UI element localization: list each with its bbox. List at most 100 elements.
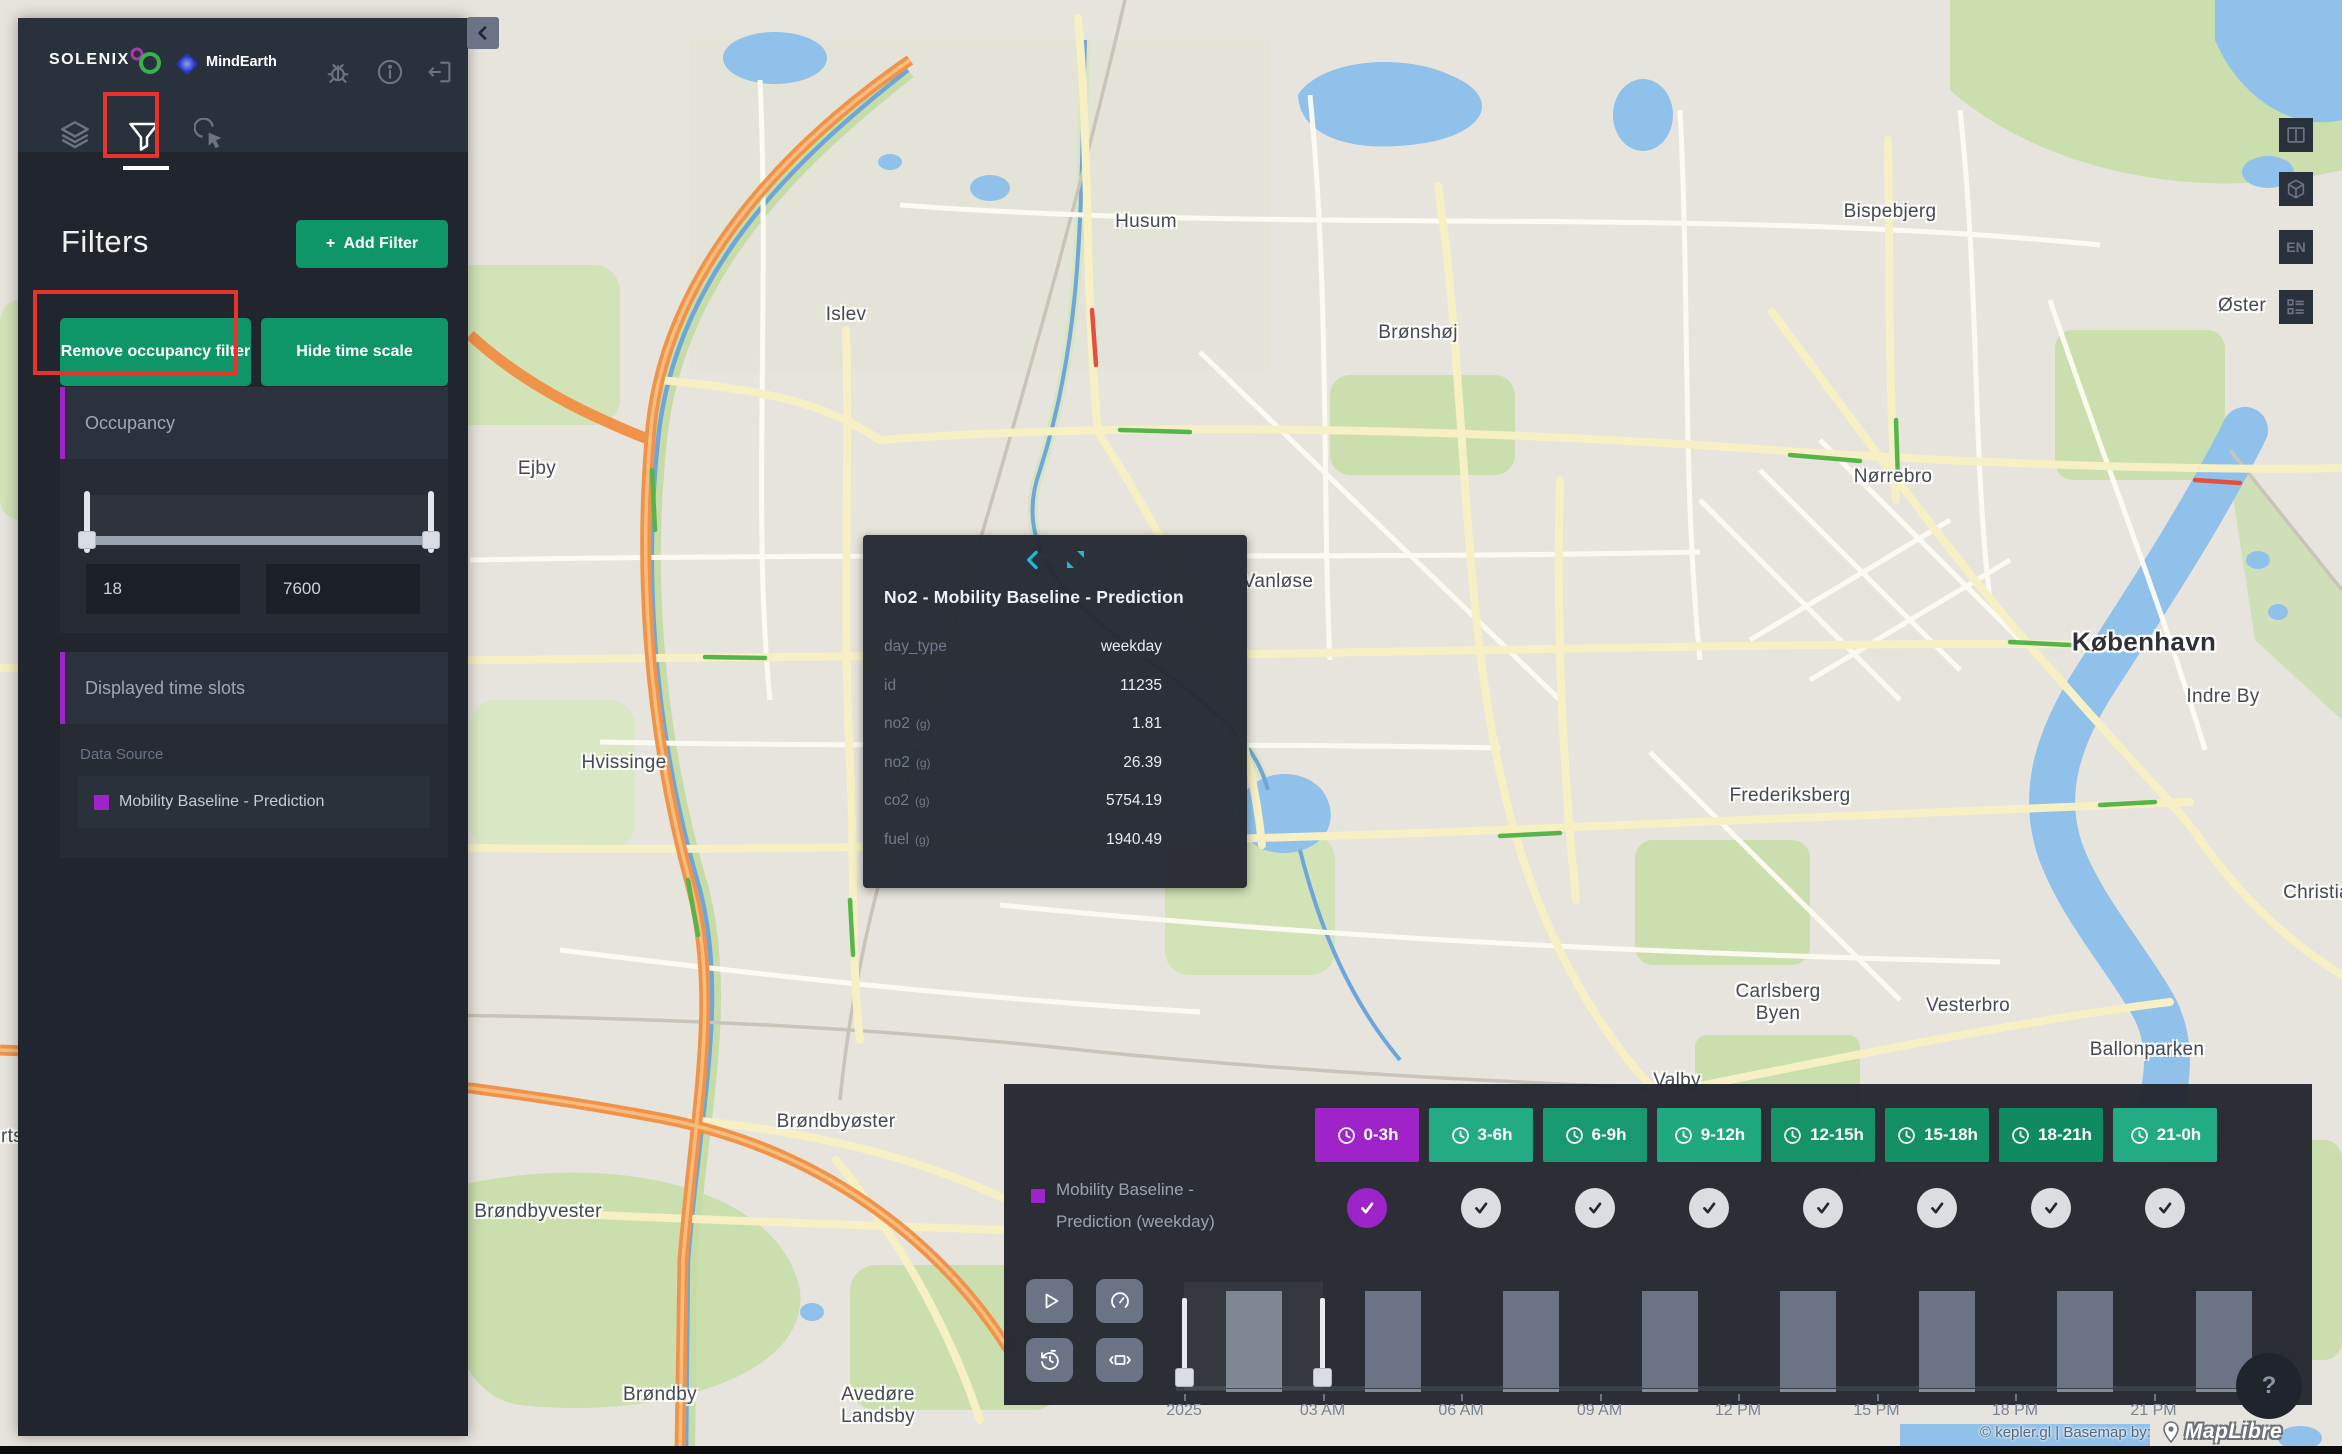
tooltip-field-unit: (g) — [915, 833, 930, 847]
help-button[interactable]: ? — [2236, 1353, 2302, 1419]
remove-occupancy-filter-button[interactable]: Remove occupancy filter — [60, 318, 251, 386]
axis-tick-mark — [1877, 1394, 1879, 1401]
map-label: Brøndbyvester — [474, 1201, 601, 1223]
axis-tick-label: 18 PM — [1992, 1402, 2038, 1420]
occupancy-slider-right-knob[interactable] — [422, 531, 440, 549]
occupancy-panel-header[interactable]: Occupancy — [60, 387, 448, 459]
occupancy-slider-left-knob[interactable] — [78, 531, 96, 549]
map-label: Frederiksberg — [1729, 785, 1850, 807]
map-label: Vesterbro — [1926, 995, 2010, 1017]
axis-tick-label: 15 PM — [1853, 1402, 1899, 1420]
map-label: Christian — [2283, 882, 2342, 904]
legend-icon — [2285, 296, 2307, 318]
occupancy-panel-title: Occupancy — [85, 413, 175, 434]
histogram-bar-baseline — [1642, 1389, 1698, 1392]
map-label: Hvissinge — [581, 752, 666, 774]
map-label: Øster — [2218, 295, 2266, 317]
histogram-bar — [1365, 1291, 1421, 1388]
time-slots-panel-title: Displayed time slots — [85, 678, 245, 699]
tooltip-field-value: 26.39 — [1123, 754, 1162, 772]
split-map-icon — [2285, 124, 2307, 146]
filters-page-title: Filters — [61, 224, 149, 260]
time-slots-panel-header[interactable]: Displayed time slots — [60, 652, 448, 724]
map-label: Husum — [1115, 211, 1177, 233]
histogram-bar-baseline — [2057, 1389, 2113, 1392]
tab-filters-icon[interactable] — [126, 118, 172, 164]
maplibre-pin-icon — [2159, 1420, 2183, 1444]
occupancy-slider-brush[interactable] — [86, 495, 431, 536]
histogram-bar-baseline — [1780, 1389, 1836, 1392]
tooltip-expand-icon[interactable] — [1063, 547, 1089, 573]
map-attribution: © kepler.gl | Basemap by: MapLibre — [1980, 1420, 2282, 1444]
map-label: København — [2072, 627, 2216, 658]
window-bottom-strip — [0, 1446, 2342, 1454]
tooltip-pin-back-icon[interactable] — [1021, 547, 1047, 573]
tooltip-field-label: co2 — [884, 792, 909, 810]
data-source-name: Mobility Baseline - Prediction — [119, 793, 324, 811]
tooltip-field-label: no2 — [884, 754, 910, 772]
toggle-3d-button[interactable] — [2279, 172, 2313, 206]
info-icon[interactable] — [376, 58, 404, 86]
tooltip-field-label: day_type — [884, 638, 947, 656]
map-label: Vanløse — [1243, 571, 1313, 593]
collapse-sidebar-button[interactable] — [467, 17, 499, 49]
tooltip-field-value: 11235 — [1120, 677, 1162, 695]
occupancy-max-input[interactable] — [266, 564, 420, 614]
timeline-selected-window[interactable] — [1184, 1282, 1323, 1390]
active-tab-underline — [123, 166, 169, 170]
split-map-button[interactable] — [2279, 118, 2313, 152]
cube-3d-icon — [2285, 178, 2307, 200]
axis-tick-mark — [1323, 1394, 1325, 1401]
map-label: Bispebjerg — [1844, 201, 1937, 223]
timeline-right-knob[interactable] — [1313, 1368, 1332, 1387]
tooltip-row: no2(g)1.81 — [884, 715, 1162, 754]
bug-icon[interactable] — [324, 58, 352, 86]
solenix-logo-icon — [126, 46, 166, 76]
map-label: Brøndby — [623, 1384, 697, 1406]
tooltip-field-label: id — [884, 677, 896, 695]
axis-tick-label: 09 AM — [1577, 1402, 1622, 1420]
tooltip-field-value: 1940.49 — [1106, 831, 1162, 849]
tooltip-row: co2(g)5754.19 — [884, 792, 1162, 831]
timeline-track[interactable] — [1176, 1386, 2302, 1391]
mindearth-logo-icon — [174, 51, 200, 77]
axis-tick-mark — [2154, 1394, 2156, 1401]
tooltip-field-value: 1.81 — [1132, 715, 1162, 733]
map-label: Nørrebro — [1854, 466, 1932, 488]
tooltip-row: day_typeweekday — [884, 638, 1162, 677]
occupancy-slider-range[interactable] — [86, 536, 431, 545]
hide-time-scale-button[interactable]: Hide time scale — [261, 318, 448, 386]
axis-tick-mark — [1184, 1394, 1186, 1401]
chevron-left-icon — [473, 23, 493, 43]
axis-tick-label: 03 AM — [1300, 1402, 1345, 1420]
map-label: Indre By — [2186, 686, 2259, 708]
map-label: Brønshøj — [1378, 322, 1457, 344]
tooltip-row: id 11235 — [884, 677, 1162, 716]
exit-icon[interactable] — [426, 58, 454, 86]
histogram-bar — [1503, 1291, 1559, 1388]
tooltip-field-label: fuel — [884, 831, 909, 849]
map-label: Avedøre Landsby — [841, 1384, 915, 1428]
histogram-bar — [1642, 1291, 1698, 1388]
occupancy-min-input[interactable] — [86, 564, 240, 614]
add-filter-button[interactable]: + Add Filter — [296, 220, 448, 268]
language-button[interactable]: EN — [2279, 230, 2313, 264]
tooltip-field-unit: (g) — [916, 756, 931, 770]
time-slot-panel: 0-3h3-6h6-9h9-12h12-15h15-18h18-21h21-0h… — [1004, 1084, 2312, 1405]
tooltip-row: no2 (g) 26.39 — [884, 754, 1162, 793]
tab-layers-icon[interactable] — [58, 118, 104, 164]
map-feature-tooltip: No2 - Mobility Baseline - Prediction day… — [863, 535, 1247, 888]
timeline-left-knob[interactable] — [1175, 1368, 1194, 1387]
maplibre-link[interactable]: MapLibre — [2159, 1420, 2282, 1444]
side-panel: SOLENIX MindEarth Filters + Add Filt — [18, 18, 468, 1436]
histogram-bar — [1780, 1291, 1836, 1388]
data-source-row[interactable]: Mobility Baseline - Prediction — [78, 776, 430, 828]
data-source-label: Data Source — [80, 746, 163, 763]
histogram-bar — [2057, 1291, 2113, 1388]
tooltip-title: No2 - Mobility Baseline - Prediction — [884, 587, 1184, 608]
axis-tick-label: 06 AM — [1438, 1402, 1483, 1420]
tab-interactions-icon[interactable] — [194, 118, 240, 164]
side-panel-header: SOLENIX MindEarth — [18, 18, 468, 152]
legend-button[interactable] — [2279, 290, 2313, 324]
mindearth-logo: MindEarth — [206, 54, 277, 70]
